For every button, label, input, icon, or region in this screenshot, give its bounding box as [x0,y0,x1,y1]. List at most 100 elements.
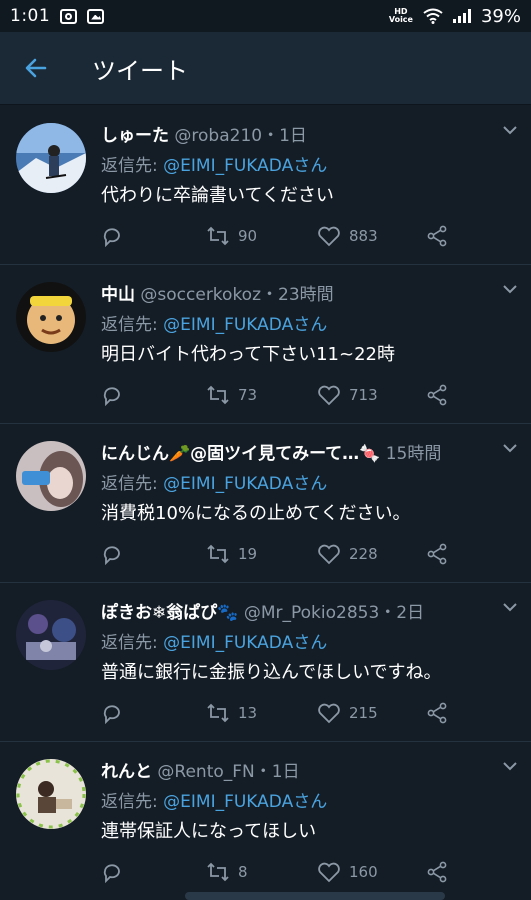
reply-button[interactable] [101,384,123,406]
reply-to: 返信先: @EIMI_FUKADAさん [101,628,327,653]
chevron-down-icon[interactable] [501,121,519,139]
wifi-icon [423,8,443,24]
share-icon [427,225,447,247]
heart-icon [318,544,340,565]
reply-to: 返信先: @EIMI_FUKADAさん [101,469,327,494]
share-icon [427,384,447,406]
retweet-icon [207,703,229,723]
tweet-item[interactable]: 中山 @soccerkokoz・23時間 返信先: @EIMI_FUKADAさん… [0,264,531,424]
mention-link[interactable]: @EIMI_FUKADAさん [163,156,327,176]
retweet-count: 19 [238,545,258,563]
reply-prefix: 返信先: [101,474,164,494]
tweet-actions: 90 883 [101,225,501,255]
reply-bar-handle[interactable] [185,892,445,900]
share-button[interactable] [426,384,448,406]
retweet-button[interactable]: 90 [206,225,257,247]
retweet-button[interactable]: 19 [206,543,257,565]
tweet-actions: 73 713 [101,384,501,414]
chevron-down-icon[interactable] [501,280,519,298]
like-button[interactable]: 215 [317,702,378,724]
reply-button[interactable] [101,225,123,247]
tweet-text: 普通に銀行に金振り込んでほしいですね。 [101,662,442,683]
reply-button[interactable] [101,861,123,883]
reply-prefix: 返信先: [101,315,164,335]
like-count: 160 [349,863,378,881]
mention-link[interactable]: @EIMI_FUKADAさん [163,474,327,494]
mention-link[interactable]: @EIMI_FUKADAさん [163,792,327,812]
header: ツイート [0,32,531,105]
reply-button[interactable] [101,543,123,565]
gallery-icon [87,8,105,24]
reply-prefix: 返信先: [101,633,164,653]
reply-icon [103,387,120,406]
tweet-time: ・2日 [379,603,425,623]
retweet-count: 8 [238,863,248,881]
like-button[interactable]: 713 [317,384,378,406]
tweet-time: ・23時間 [261,285,334,305]
tweet-time: 15時間 [385,444,442,464]
username[interactable]: @Mr_Pokio2853 [244,603,379,623]
retweet-button[interactable]: 8 [206,861,248,883]
display-name[interactable]: 中山 [101,285,135,305]
tweet-text: 連帯保証人になってほしい [101,821,317,842]
mention-link[interactable]: @EIMI_FUKADAさん [163,315,327,335]
display-name[interactable]: れんと [101,762,152,782]
display-name[interactable]: にんじん🥕@固ツイ見てみーて…🍬 [101,444,380,464]
username[interactable]: @roba210 [174,126,262,146]
avatar[interactable] [16,441,86,511]
username[interactable]: @soccerkokoz [140,285,261,305]
share-button[interactable] [426,225,448,247]
tweet-header: しゅーた @roba210・1日 [101,121,307,146]
hd-voice-icon: HD Voice [389,8,413,24]
tweet-text: 代わりに卒論書いてください [101,185,334,206]
like-button[interactable]: 160 [317,861,378,883]
avatar[interactable] [16,759,86,829]
retweet-icon [207,544,229,564]
status-bar: 1:01 HD Voice 39% [0,0,531,32]
heart-icon [318,703,340,724]
mention-link[interactable]: @EIMI_FUKADAさん [163,633,327,653]
chevron-down-icon[interactable] [501,757,519,775]
reply-button[interactable] [101,702,123,724]
share-button[interactable] [426,861,448,883]
heart-icon [318,226,340,247]
chevron-down-icon[interactable] [501,598,519,616]
share-button[interactable] [426,543,448,565]
reply-to: 返信先: @EIMI_FUKADAさん [101,151,327,176]
display-name[interactable]: しゅーた [101,126,169,146]
share-icon [427,543,447,565]
tweet-header: れんと @Rento_FN・1日 [101,757,300,782]
reply-icon [103,864,120,883]
back-arrow-icon [25,58,47,78]
avatar[interactable] [16,123,86,193]
retweet-count: 13 [238,704,258,722]
tweet-item[interactable]: れんと @Rento_FN・1日 返信先: @EIMI_FUKADAさん 連帯保… [0,741,531,900]
tweet-item[interactable]: にんじん🥕@固ツイ見てみーて…🍬 15時間 返信先: @EIMI_FUKADAさ… [0,423,531,583]
battery-level: 39% [480,5,521,27]
reply-to: 返信先: @EIMI_FUKADAさん [101,787,327,812]
share-button[interactable] [426,702,448,724]
username[interactable]: @Rento_FN [157,762,254,782]
tweet-header: 中山 @soccerkokoz・23時間 [101,280,334,305]
back-button[interactable] [0,32,72,104]
avatar[interactable] [16,600,86,670]
like-button[interactable]: 228 [317,543,378,565]
tweet-header: ぽきお❄翁ぱぴ🐾 @Mr_Pokio2853・2日 [101,598,424,623]
retweet-button[interactable]: 73 [206,384,257,406]
like-button[interactable]: 883 [317,225,378,247]
avatar[interactable] [16,282,86,352]
signal-icon [452,9,471,23]
retweet-icon [207,385,229,405]
tweet-item[interactable]: しゅーた @roba210・1日 返信先: @EIMI_FUKADAさん 代わり… [0,105,531,265]
like-count: 215 [349,704,378,722]
page-title: ツイート [92,56,188,85]
retweet-button[interactable]: 13 [206,702,257,724]
display-name[interactable]: ぽきお❄翁ぱぴ🐾 [101,603,238,623]
tweet-item[interactable]: ぽきお❄翁ぱぴ🐾 @Mr_Pokio2853・2日 返信先: @EIMI_FUK… [0,582,531,742]
status-time: 1:01 [10,6,51,26]
retweet-count: 90 [238,227,258,245]
retweet-count: 73 [238,386,258,404]
tweet-actions: 8 160 [101,861,501,891]
chevron-down-icon[interactable] [501,439,519,457]
reply-prefix: 返信先: [101,792,164,812]
